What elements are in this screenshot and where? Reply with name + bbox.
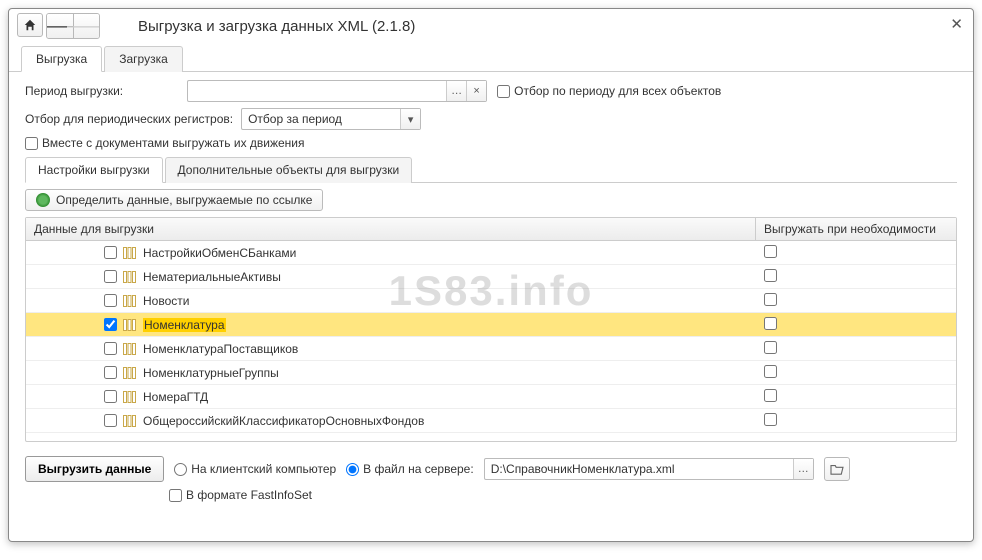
- row-label: НематериальныеАктивы: [143, 270, 281, 284]
- row-export-checkbox[interactable]: [104, 390, 117, 403]
- catalog-icon: [123, 343, 137, 355]
- table-row[interactable]: ОбщероссийскийКлассификаторОсновныхФондо…: [26, 409, 956, 433]
- row-label: Номенклатура: [143, 318, 226, 332]
- table-row[interactable]: Новости: [26, 289, 956, 313]
- period-all-objects-checkbox[interactable]: Отбор по периоду для всех объектов: [497, 84, 721, 98]
- open-folder-button[interactable]: [824, 457, 850, 481]
- row-export-checkbox[interactable]: [104, 342, 117, 355]
- period-clear-button[interactable]: ×: [466, 81, 486, 101]
- detect-data-button[interactable]: Определить данные, выгружаемые по ссылке: [25, 189, 323, 211]
- row-optional-checkbox[interactable]: [764, 269, 777, 282]
- export-button[interactable]: Выгрузить данные: [25, 456, 164, 482]
- close-button[interactable]: ✕: [950, 15, 963, 33]
- window-title: Выгрузка и загрузка данных XML (2.1.8): [138, 18, 415, 35]
- fastinfoset-checkbox[interactable]: В формате FastInfoSet: [169, 488, 957, 502]
- catalog-icon: [123, 271, 137, 283]
- period-ellipsis-button[interactable]: …: [446, 81, 466, 101]
- radio-client[interactable]: На клиентский компьютер: [174, 462, 336, 476]
- table-row[interactable]: НомераГТД: [26, 385, 956, 409]
- column-optional[interactable]: Выгружать при необходимости: [756, 218, 956, 240]
- table-row[interactable]: Номенклатура: [26, 313, 956, 337]
- row-optional-checkbox[interactable]: [764, 413, 777, 426]
- path-ellipsis-button[interactable]: …: [793, 459, 813, 479]
- table-row[interactable]: НематериальныеАктивы: [26, 265, 956, 289]
- row-optional-checkbox[interactable]: [764, 293, 777, 306]
- refresh-icon: [36, 193, 50, 207]
- row-optional-checkbox[interactable]: [764, 317, 777, 330]
- tab-export[interactable]: Выгрузка: [21, 46, 102, 72]
- row-export-checkbox[interactable]: [104, 294, 117, 307]
- column-data[interactable]: Данные для выгрузки: [26, 218, 756, 240]
- home-icon: [23, 18, 37, 32]
- row-label: НоменклатураПоставщиков: [143, 342, 298, 356]
- row-label: НомераГТД: [143, 390, 208, 404]
- periodic-select[interactable]: Отбор за период ▾: [241, 108, 421, 130]
- catalog-icon: [123, 391, 137, 403]
- catalog-icon: [123, 247, 137, 259]
- radio-server[interactable]: В файл на сервере:: [346, 462, 474, 476]
- row-label: Новости: [143, 294, 189, 308]
- catalog-icon: [123, 367, 137, 379]
- table-row[interactable]: НастройкиОбменСБанками: [26, 241, 956, 265]
- table-body[interactable]: НастройкиОбменСБанками НематериальныеАкти…: [26, 241, 956, 441]
- row-export-checkbox[interactable]: [104, 414, 117, 427]
- periodic-label: Отбор для периодических регистров:: [25, 112, 233, 126]
- row-export-checkbox[interactable]: [104, 270, 117, 283]
- subtab-additional[interactable]: Дополнительные объекты для выгрузки: [165, 157, 413, 183]
- row-optional-checkbox[interactable]: [764, 341, 777, 354]
- forward-button[interactable]: 🡒: [73, 14, 99, 38]
- home-button[interactable]: [17, 13, 43, 37]
- with-movements-checkbox[interactable]: Вместе с документами выгружать их движен…: [25, 136, 305, 150]
- row-label: НоменклатурныеГруппы: [143, 366, 279, 380]
- period-label: Период выгрузки:: [25, 84, 123, 98]
- folder-open-icon: [830, 463, 844, 475]
- tab-import[interactable]: Загрузка: [104, 46, 183, 72]
- period-input[interactable]: … ×: [187, 80, 487, 102]
- row-optional-checkbox[interactable]: [764, 389, 777, 402]
- table-row[interactable]: НоменклатурныеГруппы: [26, 361, 956, 385]
- data-table: Данные для выгрузки Выгружать при необхо…: [25, 217, 957, 442]
- periodic-dropdown-button[interactable]: ▾: [400, 109, 420, 129]
- catalog-icon: [123, 415, 137, 427]
- subtab-settings[interactable]: Настройки выгрузки: [25, 157, 163, 183]
- server-path-input[interactable]: D:\СправочникНоменклатура.xml …: [484, 458, 814, 480]
- catalog-icon: [123, 319, 137, 331]
- table-row[interactable]: НоменклатураПоставщиков: [26, 337, 956, 361]
- row-optional-checkbox[interactable]: [764, 365, 777, 378]
- row-export-checkbox[interactable]: [104, 318, 117, 331]
- row-export-checkbox[interactable]: [104, 246, 117, 259]
- row-label: ОбщероссийскийКлассификаторОсновныхФондо…: [143, 414, 424, 428]
- row-export-checkbox[interactable]: [104, 366, 117, 379]
- row-label: НастройкиОбменСБанками: [143, 246, 296, 260]
- row-optional-checkbox[interactable]: [764, 245, 777, 258]
- catalog-icon: [123, 295, 137, 307]
